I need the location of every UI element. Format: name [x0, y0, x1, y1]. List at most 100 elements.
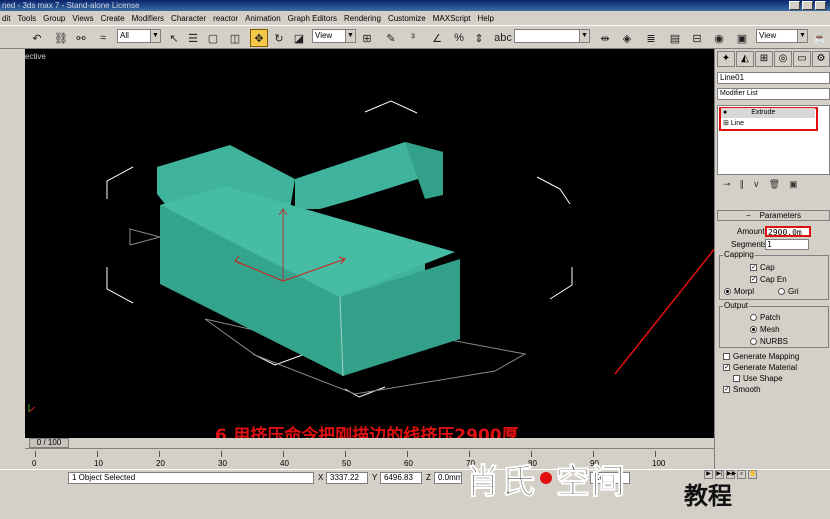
morph-radio[interactable]: Morpl	[724, 287, 754, 296]
select-link-icon[interactable]: ⛓	[52, 29, 70, 47]
menu-item-reactor[interactable]: reactor	[213, 14, 238, 23]
undo-icon[interactable]: ↶	[28, 29, 46, 47]
zoom-icon[interactable]: ⌕	[737, 470, 746, 479]
menu-item-create[interactable]: Create	[101, 14, 125, 23]
menu-item-customize[interactable]: Customize	[388, 14, 426, 23]
menu-item-tools[interactable]: Tools	[17, 14, 36, 23]
track-tick-label: 0	[32, 459, 37, 468]
menu-item-help[interactable]: Help	[478, 14, 494, 23]
minimize-button[interactable]	[789, 1, 800, 10]
time-slider-thumb[interactable]: 0 / 100	[29, 438, 69, 448]
material-editor-icon[interactable]: ◉	[710, 29, 728, 47]
segments-spinner[interactable]: 1	[765, 239, 809, 250]
select-object-icon[interactable]: ↖	[165, 29, 183, 47]
manipulate-icon[interactable]: ✎	[382, 29, 400, 47]
object-name-field[interactable]: Line01	[717, 72, 830, 84]
radio-icon	[750, 326, 757, 334]
menu-item-rendering[interactable]: Rendering	[344, 14, 381, 23]
axis-tripod	[28, 404, 36, 413]
ref-coord-select[interactable]: View ▼	[312, 29, 356, 43]
chevron-down-icon: ▼	[345, 30, 355, 42]
check-icon: ✓	[750, 276, 757, 284]
select-move-icon[interactable]: ✥	[250, 29, 268, 47]
angle-snap-icon[interactable]: ∠	[428, 29, 446, 47]
close-button[interactable]	[815, 1, 826, 10]
show-end-result-icon[interactable]: ∥	[740, 179, 745, 190]
menu-item-maxscript[interactable]: MAXScript	[433, 14, 471, 23]
parameters-rollout[interactable]: − Parameters	[717, 210, 830, 221]
gen-mapping-checkbox[interactable]: Generate Mapping	[723, 352, 799, 361]
align-icon[interactable]: ◈	[618, 29, 636, 47]
named-selection-icon[interactable]: abc	[494, 29, 512, 47]
motion-tab-icon[interactable]: ◎	[774, 51, 792, 67]
schematic-icon[interactable]: ⊟	[688, 29, 706, 47]
select-by-name-icon[interactable]: ☰	[184, 29, 202, 47]
menu-item-views[interactable]: Views	[72, 14, 93, 23]
amount-spinner[interactable]: 2900.0m	[765, 226, 811, 237]
remove-modifier-icon[interactable]: 🗑	[769, 179, 780, 190]
cap-end-checkbox[interactable]: ✓ Cap En	[750, 275, 787, 284]
display-tab-icon[interactable]: ▭	[793, 51, 811, 67]
make-unique-icon[interactable]: ∨	[753, 179, 760, 190]
hierarchy-tab-icon[interactable]: ⊞	[755, 51, 773, 67]
maximize-button[interactable]	[802, 1, 813, 10]
cap-start-checkbox[interactable]: ✓ Cap	[750, 263, 775, 272]
unlink-icon[interactable]: ⚯	[72, 29, 90, 47]
window-controls	[789, 1, 826, 10]
modifier-list-select[interactable]: Modifier List	[717, 88, 830, 100]
check-icon	[733, 375, 740, 383]
mirror-icon[interactable]: ⇹	[596, 29, 614, 47]
perspective-viewport[interactable]: ective 6.用挤压命令把刚描边的线挤压2900厚	[25, 49, 714, 438]
spinner-snap-icon[interactable]: ⇕	[470, 29, 488, 47]
percent-snap-icon[interactable]: %	[450, 29, 468, 47]
pivot-icon[interactable]: ⊞	[358, 29, 376, 47]
x-coordinate-field[interactable]: 3337.22	[326, 472, 368, 484]
check-icon	[723, 353, 730, 361]
y-coordinate-field[interactable]: 6496.83	[380, 472, 422, 484]
radio-icon	[778, 288, 785, 296]
z-coordinate-field[interactable]: 0.0mm	[434, 472, 462, 484]
bind-spacewarp-icon[interactable]: ≈	[94, 29, 112, 47]
select-rotate-icon[interactable]: ↻	[270, 29, 288, 47]
render-type-select[interactable]: View ▼	[756, 29, 808, 43]
select-scale-icon[interactable]: ◪	[290, 29, 308, 47]
menu-item-graph-editors[interactable]: Graph Editors	[288, 14, 337, 23]
smooth-checkbox[interactable]: ✓ Smooth	[723, 385, 761, 394]
curve-editor-icon[interactable]: ▤	[666, 29, 684, 47]
grid-radio[interactable]: Gri	[778, 287, 799, 296]
use-shape-checkbox[interactable]: Use Shape	[733, 374, 783, 383]
create-tab-icon[interactable]: ✦	[717, 51, 735, 67]
menu-item-character[interactable]: Character	[171, 14, 206, 23]
configure-sets-icon[interactable]: ▣	[789, 179, 798, 190]
render-scene-icon[interactable]: ▣	[733, 29, 751, 47]
viewport-label[interactable]: ective	[25, 52, 46, 61]
stack-item-extrude[interactable]: ● Extrude	[721, 108, 815, 118]
utilities-tab-icon[interactable]: ⚙	[812, 51, 830, 67]
stack-item-line[interactable]: ⊞ Line	[721, 119, 815, 129]
quick-render-icon[interactable]: ☕	[811, 29, 829, 47]
patch-radio[interactable]: Patch	[750, 313, 780, 322]
menu-item-animation[interactable]: Animation	[245, 14, 281, 23]
window-crossing-icon[interactable]: ◫	[226, 29, 244, 47]
gen-material-checkbox[interactable]: ✓ Generate Material	[723, 363, 797, 372]
command-tabs: ✦ ◭ ⊞ ◎ ▭ ⚙	[717, 51, 830, 69]
pan-icon[interactable]: ✋	[748, 470, 757, 479]
time-slider[interactable]: 0 / 100	[25, 438, 714, 448]
menu-item-group[interactable]: Group	[43, 14, 65, 23]
rect-selection-icon[interactable]: ▢	[204, 29, 222, 47]
named-selection-select[interactable]: ▼	[514, 29, 590, 43]
menu-item-modifiers[interactable]: Modifiers	[132, 14, 164, 23]
layers-icon[interactable]: ≣	[642, 29, 660, 47]
menu-item-dit[interactable]: dit	[2, 14, 10, 23]
chevron-down-icon: ▼	[579, 30, 589, 42]
smooth-label: Smooth	[733, 385, 761, 394]
nurbs-radio[interactable]: NURBS	[750, 337, 788, 346]
pin-stack-icon[interactable]: ⊸	[723, 179, 731, 190]
snap-3d-icon[interactable]: ³	[404, 29, 422, 47]
mesh-radio[interactable]: Mesh	[750, 325, 780, 334]
extruded-object[interactable]	[157, 142, 460, 376]
modify-tab-icon[interactable]: ◭	[736, 51, 754, 67]
grid-label: Gri	[788, 287, 799, 296]
segments-label: Segments:	[731, 240, 770, 249]
selection-filter-select[interactable]: All ▼	[117, 29, 161, 43]
